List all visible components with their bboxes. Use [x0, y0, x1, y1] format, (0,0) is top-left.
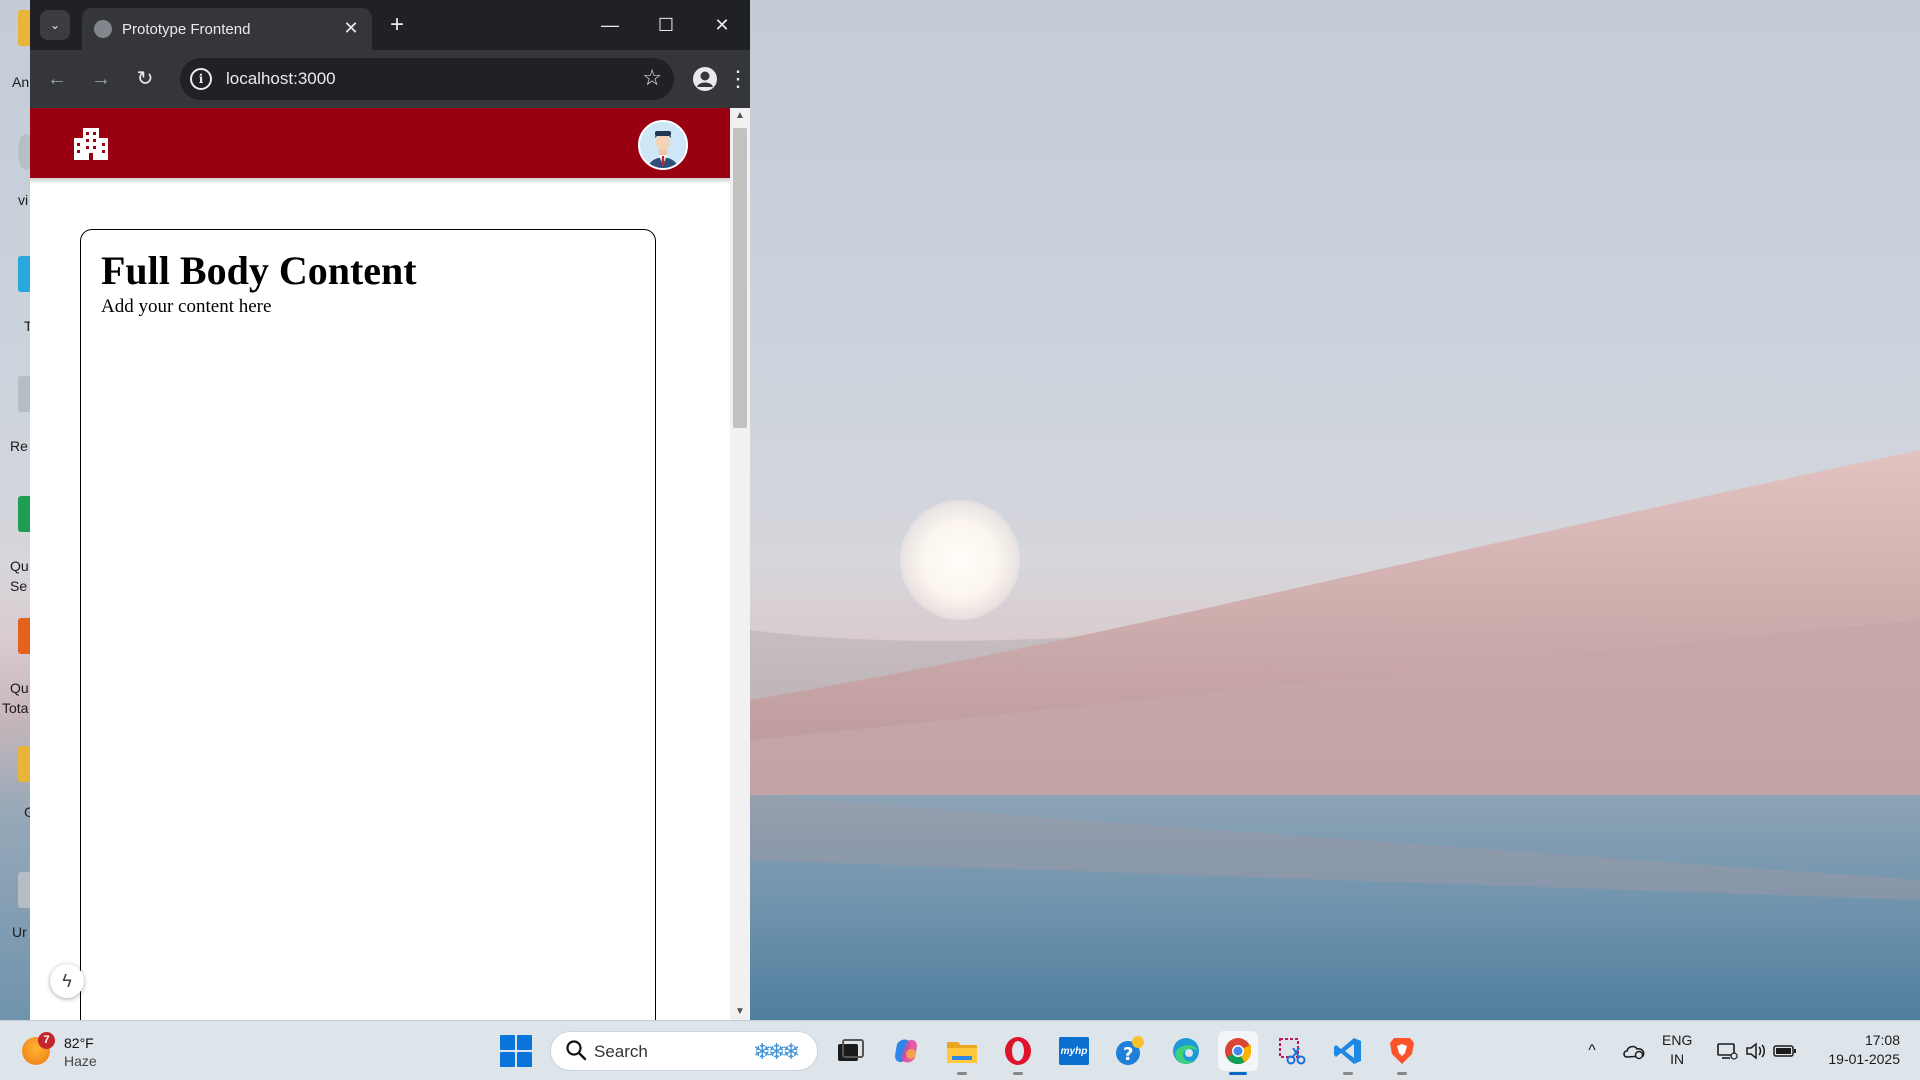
help-icon: ?	[1116, 1036, 1144, 1065]
building-icon[interactable]	[74, 128, 108, 160]
taskbar: 7 82°F Haze Search ❄❄❄ myhp ? ^ ENG IN 1…	[0, 1020, 1920, 1080]
address-url[interactable]: localhost:3000	[226, 69, 336, 89]
desktop-icon-label: Qu	[10, 558, 29, 574]
copilot-icon	[895, 1039, 917, 1063]
taskbar-edge[interactable]	[1166, 1031, 1206, 1071]
maximize-button[interactable]: ☐	[638, 0, 694, 50]
page-scrollbar[interactable]: ▲ ▼	[730, 108, 750, 1020]
running-indicator	[1397, 1072, 1407, 1075]
region-code: IN	[1670, 1051, 1685, 1067]
desktop-icon-label: Qu	[10, 680, 29, 696]
task-view-icon	[838, 1039, 864, 1061]
browser-window: ⌄ Prototype Frontend ✕ + — ☐ ✕ ← → ↻ i l…	[30, 0, 750, 1020]
weather-condition: Haze	[64, 1053, 97, 1069]
start-button[interactable]	[500, 1035, 532, 1067]
show-hidden-icons-button[interactable]: ^	[1580, 1021, 1604, 1080]
bookmark-star-icon[interactable]: ☆	[642, 65, 662, 91]
tab-prototype-frontend[interactable]: Prototype Frontend ✕	[82, 8, 372, 50]
snowflake-icon: ❄❄❄	[753, 1039, 800, 1064]
running-indicator	[957, 1072, 967, 1075]
taskbar-chrome[interactable]	[1218, 1031, 1258, 1075]
battery-icon[interactable]	[1772, 1021, 1798, 1080]
system-clock[interactable]: 17:08 19-01-2025	[1810, 1031, 1900, 1069]
browser-menu-button[interactable]: ⋮	[727, 64, 749, 94]
header-shadow	[30, 178, 730, 184]
user-avatar-icon[interactable]	[638, 120, 688, 170]
page-viewport: Full Body Content Add your content here …	[30, 108, 730, 1020]
chrome-icon	[1225, 1038, 1252, 1065]
windows-logo-pane	[517, 1035, 532, 1050]
tab-search-button[interactable]: ⌄	[40, 10, 70, 40]
content-placeholder-text: Add your content here	[101, 296, 272, 317]
taskbar-vscode[interactable]	[1328, 1031, 1368, 1075]
onedrive-sync-icon[interactable]	[1618, 1021, 1650, 1080]
taskbar-copilot[interactable]	[886, 1031, 926, 1071]
tab-title: Prototype Frontend	[122, 21, 251, 38]
reload-button[interactable]: ↻	[130, 64, 160, 94]
desktop-icon-sublabel: Tota	[2, 700, 29, 716]
myhp-icon-text: myhp	[1060, 1045, 1088, 1057]
taskbar-task-view[interactable]	[830, 1031, 870, 1071]
windows-logo-pane	[517, 1052, 532, 1067]
minimize-button[interactable]: —	[582, 0, 638, 50]
network-icon[interactable]	[1714, 1021, 1740, 1080]
browser-toolbar: ← → ↻ i localhost:3000 ☆ ⋮	[30, 50, 750, 108]
tab-close-icon[interactable]: ✕	[340, 17, 362, 39]
weather-badge: 7	[38, 1032, 55, 1049]
app-header	[30, 108, 730, 178]
opera-icon	[1005, 1037, 1031, 1065]
running-indicator	[1343, 1072, 1353, 1075]
profile-icon[interactable]	[690, 64, 720, 94]
close-window-button[interactable]: ✕	[694, 0, 750, 50]
myhp-icon: myhp	[1059, 1037, 1089, 1065]
taskbar-brave[interactable]	[1382, 1031, 1422, 1075]
scroll-up-arrow[interactable]: ▲	[730, 108, 750, 124]
search-icon	[566, 1040, 587, 1061]
forward-button[interactable]: →	[86, 64, 116, 94]
vscode-icon	[1334, 1038, 1361, 1064]
scissors-icon	[1279, 1038, 1306, 1065]
taskbar-search-box[interactable]: Search ❄❄❄	[550, 1031, 818, 1071]
input-language-indicator[interactable]: ENG IN	[1662, 1031, 1692, 1069]
active-indicator	[1229, 1072, 1247, 1075]
address-bar[interactable]: i localhost:3000 ☆	[180, 58, 674, 100]
desktop-icon-label: Ur	[12, 924, 27, 940]
clock-date: 19-01-2025	[1828, 1051, 1900, 1067]
windows-logo-pane	[500, 1052, 515, 1067]
nextjs-devtools-button[interactable]: ϟ	[50, 964, 84, 998]
scroll-down-arrow[interactable]: ▼	[730, 1004, 750, 1020]
svg-text:?: ?	[1123, 1044, 1133, 1065]
page-title: Full Body Content	[101, 248, 417, 293]
desktop-icon-label: Re	[10, 438, 28, 454]
taskbar-myhp[interactable]: myhp	[1054, 1031, 1094, 1071]
desktop-icon-label: vi	[18, 192, 29, 208]
clock-time: 17:08	[1864, 1032, 1900, 1048]
new-tab-button[interactable]: +	[382, 10, 412, 40]
taskbar-opera[interactable]	[998, 1031, 1038, 1075]
language-code: ENG	[1662, 1032, 1693, 1048]
search-placeholder: Search	[594, 1042, 648, 1061]
taskbar-help[interactable]: ?	[1110, 1031, 1150, 1071]
windows-logo-pane	[500, 1035, 515, 1050]
edge-icon	[1173, 1038, 1199, 1064]
taskbar-file-explorer[interactable]	[942, 1031, 982, 1075]
weather-widget[interactable]: 7 82°F Haze	[22, 1029, 112, 1073]
desktop-icon-label: An	[12, 74, 30, 90]
taskbar-snipping-tool[interactable]	[1272, 1031, 1312, 1071]
globe-icon	[94, 20, 112, 38]
weather-temp: 82°F	[64, 1035, 94, 1051]
desktop-icon-sublabel: Se	[10, 578, 28, 594]
site-info-icon[interactable]: i	[190, 68, 212, 90]
scrollbar-thumb[interactable]	[733, 128, 747, 428]
folder-icon	[947, 1042, 977, 1063]
content-card: Full Body Content Add your content here	[80, 229, 656, 1020]
back-button[interactable]: ←	[42, 64, 72, 94]
tab-strip: ⌄ Prototype Frontend ✕ + — ☐ ✕	[30, 0, 750, 50]
running-indicator	[1013, 1072, 1023, 1075]
volume-icon[interactable]	[1744, 1021, 1768, 1080]
brave-icon	[1390, 1038, 1414, 1064]
